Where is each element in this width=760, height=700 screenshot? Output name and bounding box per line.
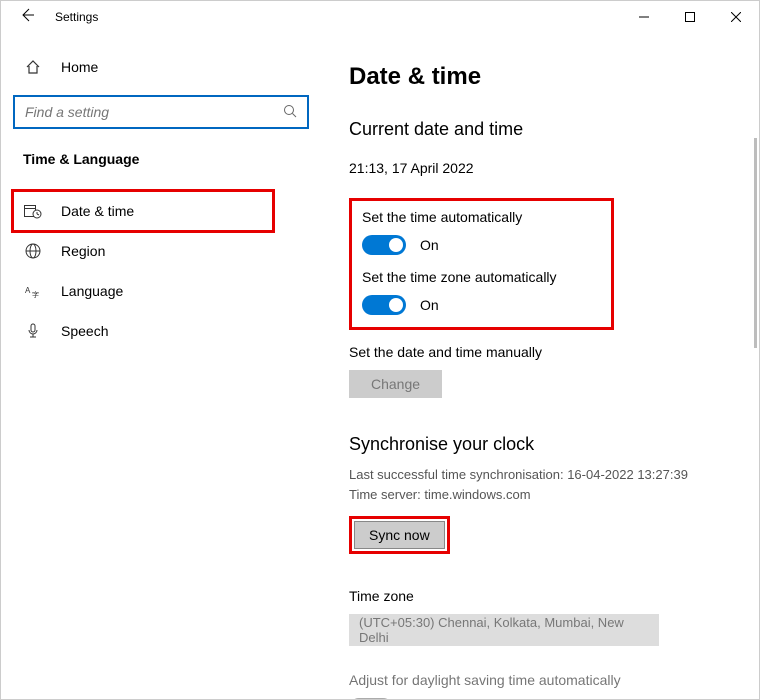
sidebar-item-label: Language	[61, 283, 123, 299]
sidebar-item-label: Speech	[61, 323, 108, 339]
auto-settings-highlight: Set the time automatically On Set the ti…	[349, 198, 614, 330]
sync-server-text: Time server: time.windows.com	[349, 485, 745, 505]
titlebar: Settings	[1, 1, 759, 33]
sync-heading: Synchronise your clock	[349, 434, 745, 455]
microphone-icon	[23, 323, 43, 339]
dst-label: Adjust for daylight saving time automati…	[349, 672, 745, 688]
section-current-datetime: Current date and time	[349, 119, 745, 140]
sidebar-group-title: Time & Language	[13, 151, 309, 167]
current-datetime-text: 21:13, 17 April 2022	[349, 160, 745, 176]
auto-tz-state: On	[420, 297, 439, 313]
dst-toggle	[349, 698, 393, 699]
maximize-button[interactable]	[667, 1, 713, 33]
sidebar-item-speech[interactable]: Speech	[13, 311, 309, 351]
sidebar-home-label: Home	[61, 59, 98, 75]
sidebar: Home Time & Language Date & time	[1, 33, 321, 699]
globe-icon	[23, 243, 43, 259]
window-title: Settings	[55, 10, 98, 24]
svg-text:字: 字	[32, 290, 39, 299]
content-area: Date & time Current date and time 21:13,…	[321, 33, 759, 699]
sidebar-item-date-time[interactable]: Date & time	[13, 191, 273, 231]
sync-button-highlight: Sync now	[349, 516, 450, 554]
back-button[interactable]	[19, 7, 35, 28]
language-icon: A字	[23, 283, 43, 299]
sidebar-item-language[interactable]: A字 Language	[13, 271, 309, 311]
scrollbar[interactable]	[754, 138, 757, 348]
timezone-value: (UTC+05:30) Chennai, Kolkata, Mumbai, Ne…	[359, 615, 649, 645]
search-icon	[283, 104, 297, 121]
auto-time-toggle[interactable]	[362, 235, 406, 255]
auto-time-state: On	[420, 237, 439, 253]
change-button: Change	[349, 370, 442, 398]
svg-text:A: A	[25, 286, 31, 295]
auto-tz-toggle[interactable]	[362, 295, 406, 315]
page-title: Date & time	[349, 63, 745, 91]
sidebar-item-label: Date & time	[61, 203, 134, 219]
timezone-select: (UTC+05:30) Chennai, Kolkata, Mumbai, Ne…	[349, 614, 659, 646]
search-box[interactable]	[13, 95, 309, 129]
timezone-label: Time zone	[349, 588, 745, 604]
sidebar-item-region[interactable]: Region	[13, 231, 309, 271]
sync-last-text: Last successful time synchronisation: 16…	[349, 465, 745, 485]
sync-now-button[interactable]: Sync now	[354, 521, 445, 549]
sidebar-item-label: Region	[61, 243, 105, 259]
search-input[interactable]	[25, 104, 283, 120]
home-icon	[23, 59, 43, 75]
calendar-clock-icon	[23, 203, 43, 219]
auto-time-label: Set the time automatically	[362, 209, 601, 225]
close-button[interactable]	[713, 1, 759, 33]
auto-tz-label: Set the time zone automatically	[362, 269, 601, 285]
sidebar-home[interactable]: Home	[13, 51, 309, 83]
manual-label: Set the date and time manually	[349, 344, 745, 360]
minimize-button[interactable]	[621, 1, 667, 33]
